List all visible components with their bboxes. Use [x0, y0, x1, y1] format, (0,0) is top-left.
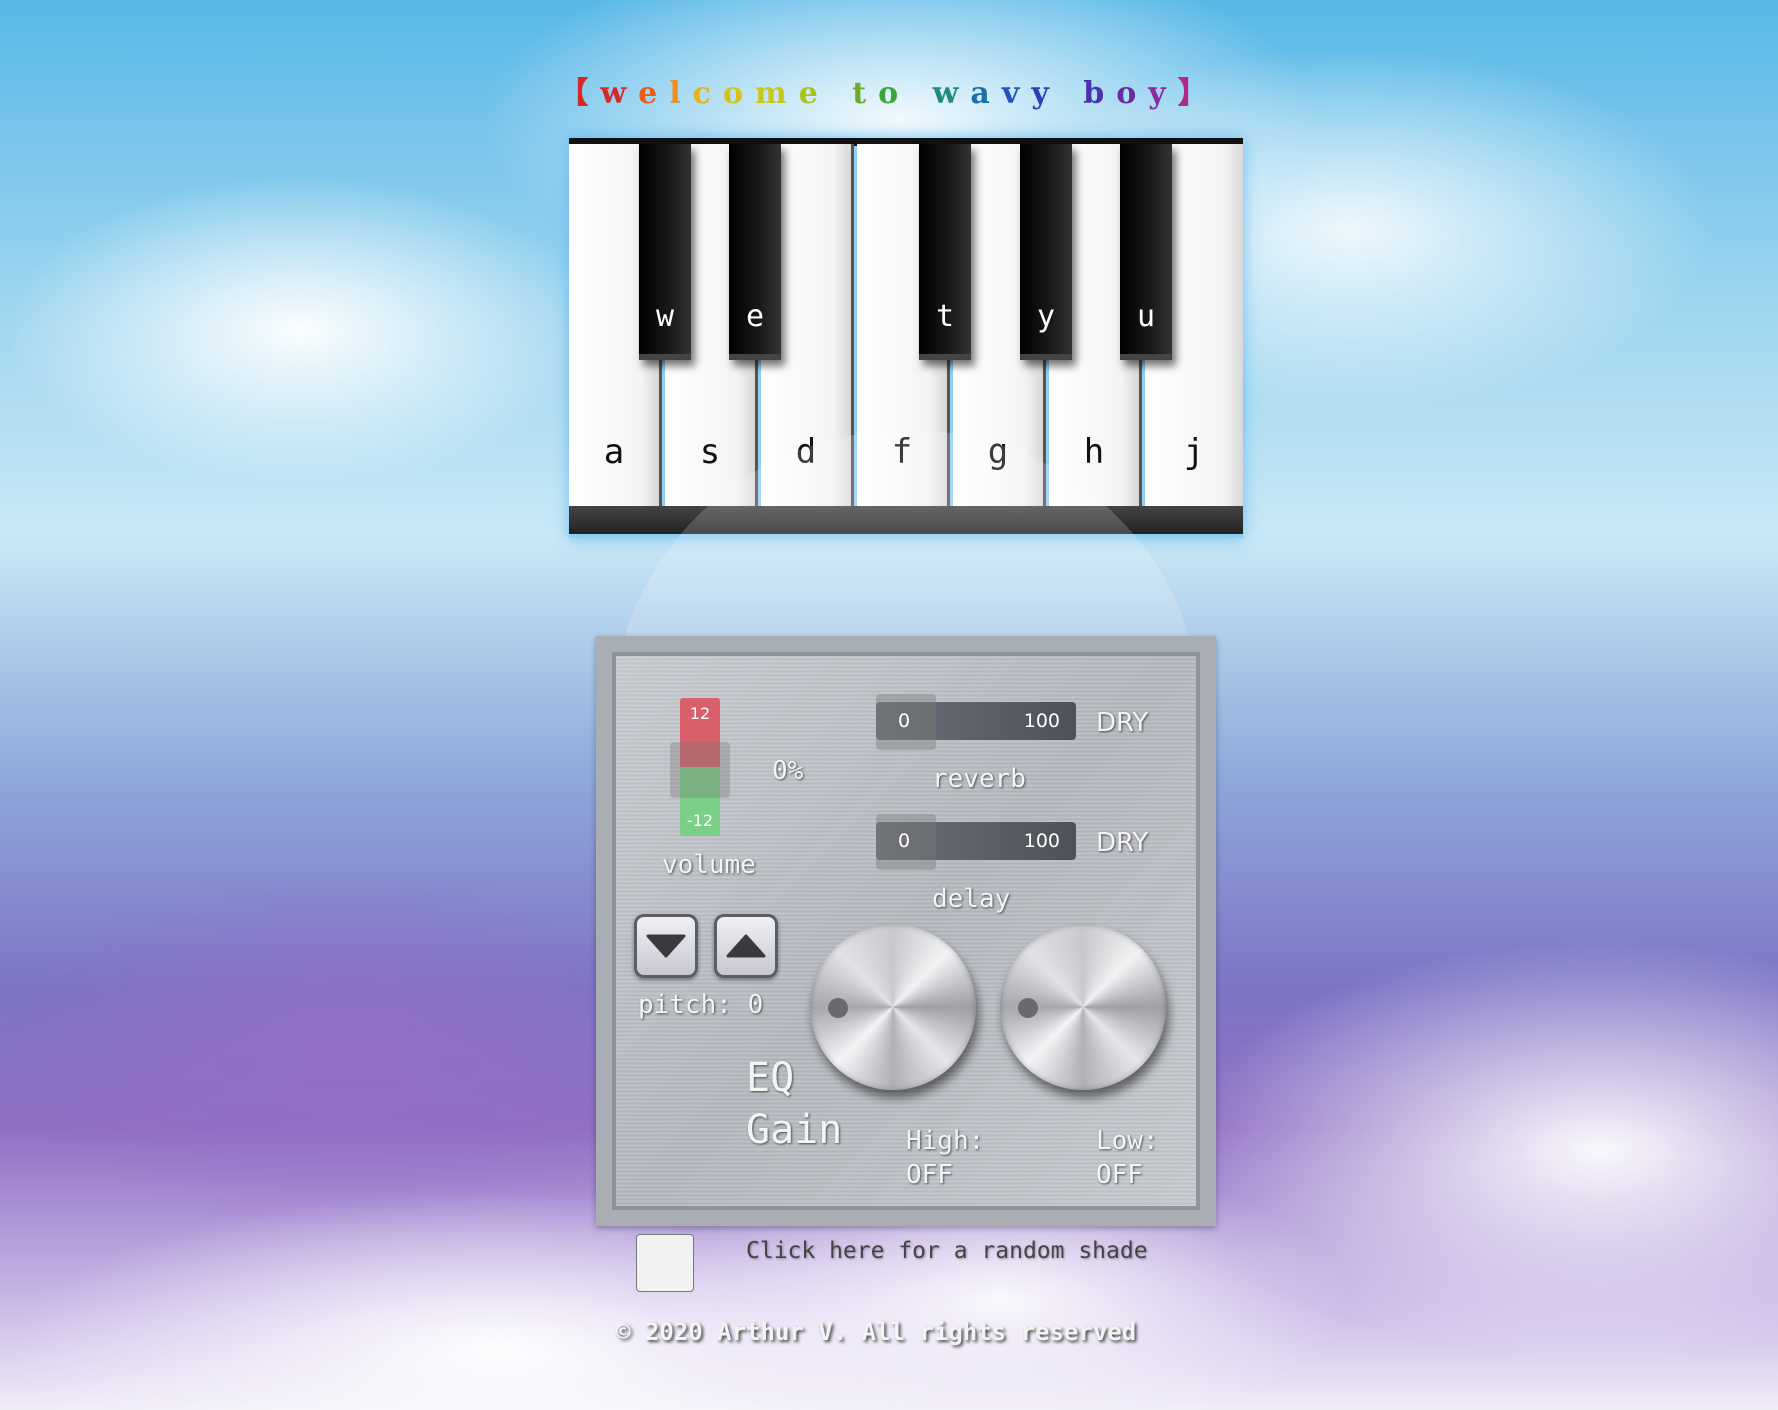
title-letter: y	[1148, 76, 1178, 111]
black-key-e[interactable]: e	[729, 144, 781, 360]
title-letter	[1061, 76, 1083, 111]
title-letter: 【	[558, 76, 601, 111]
delay-slider[interactable]: 0 100	[876, 814, 1076, 870]
eq-low-knob[interactable]	[1000, 924, 1166, 1090]
title-letter	[910, 76, 932, 111]
key-label: s	[699, 432, 721, 472]
title-letter: l	[669, 76, 693, 111]
volume-slider[interactable]: 12 -12	[670, 698, 730, 836]
eq-gain-title: EQ Gain	[746, 1052, 842, 1156]
random-shade-button[interactable]	[636, 1234, 694, 1292]
black-key-u[interactable]: u	[1120, 144, 1172, 360]
reverb-max-label: 100	[1023, 710, 1060, 732]
volume-slider-thumb[interactable]	[670, 742, 730, 798]
delay-min-label: 0	[898, 830, 911, 852]
pitch-up-button[interactable]	[714, 914, 778, 978]
title-letter: y	[1031, 76, 1061, 111]
title-letter	[830, 76, 852, 111]
title-letter: o	[878, 76, 911, 111]
eq-low-status: Low: OFF	[1096, 1124, 1159, 1192]
title-letter: o	[1116, 76, 1149, 111]
volume-max-label: 12	[689, 704, 711, 723]
knob-indicator	[1018, 998, 1038, 1018]
effects-panel: 12 -12 0% volume 0 100 DRY reverb 0 100 …	[596, 636, 1216, 1226]
black-key-w[interactable]: w	[639, 144, 691, 360]
black-key-t[interactable]: t	[919, 144, 971, 360]
key-label: e	[745, 299, 765, 334]
volume-min-label: -12	[686, 811, 714, 830]
reverb-slider[interactable]: 0 100	[876, 694, 1076, 750]
key-label: j	[1183, 432, 1205, 472]
random-shade-label: Click here for a random shade	[746, 1238, 1148, 1264]
title-letter: w	[932, 76, 971, 111]
volume-label: volume	[662, 850, 756, 880]
copyright-footer: © 2020 Arthur V. All rights reserved	[616, 1318, 1137, 1346]
title-letter: e	[638, 76, 670, 111]
title-letter: w	[600, 76, 639, 111]
eq-low-value: OFF	[1096, 1160, 1143, 1190]
reverb-min-label: 0	[898, 710, 911, 732]
key-label: t	[935, 299, 955, 334]
eq-high-status: High: OFF	[906, 1124, 984, 1192]
arrow-up-icon	[726, 934, 766, 958]
eq-title-line2: Gain	[746, 1107, 843, 1153]
reverb-label: reverb	[932, 764, 1026, 794]
key-label: h	[1083, 432, 1105, 472]
key-label: w	[655, 299, 675, 334]
title-letter: 】	[1177, 76, 1220, 111]
arrow-down-icon	[646, 934, 686, 958]
title-letter: o	[722, 76, 755, 111]
pitch-label: pitch: 0	[638, 990, 764, 1020]
black-key-y[interactable]: y	[1020, 144, 1072, 360]
eq-title-line1: EQ	[746, 1055, 795, 1101]
reverb-mode: DRY	[1096, 708, 1149, 738]
eq-low-label: Low:	[1096, 1126, 1159, 1156]
delay-label: delay	[932, 884, 1011, 914]
key-label: a	[603, 432, 625, 472]
delay-mode: DRY	[1096, 828, 1149, 858]
title-letter: t	[852, 76, 879, 111]
pitch-down-button[interactable]	[634, 914, 698, 978]
eq-high-value: OFF	[906, 1160, 953, 1190]
knob-indicator	[828, 998, 848, 1018]
title-letter: b	[1083, 76, 1117, 111]
delay-max-label: 100	[1023, 830, 1060, 852]
page-title: 【welcome to wavy boy】	[0, 68, 1778, 112]
title-letter: a	[970, 76, 1002, 111]
volume-value: 0%	[772, 756, 804, 786]
title-letter: v	[1001, 76, 1032, 111]
title-letter: e	[798, 76, 830, 111]
key-label: u	[1136, 299, 1156, 334]
key-label: y	[1036, 299, 1056, 334]
title-letter: c	[692, 76, 723, 111]
title-letter: m	[754, 76, 799, 111]
eq-high-label: High:	[906, 1126, 985, 1156]
